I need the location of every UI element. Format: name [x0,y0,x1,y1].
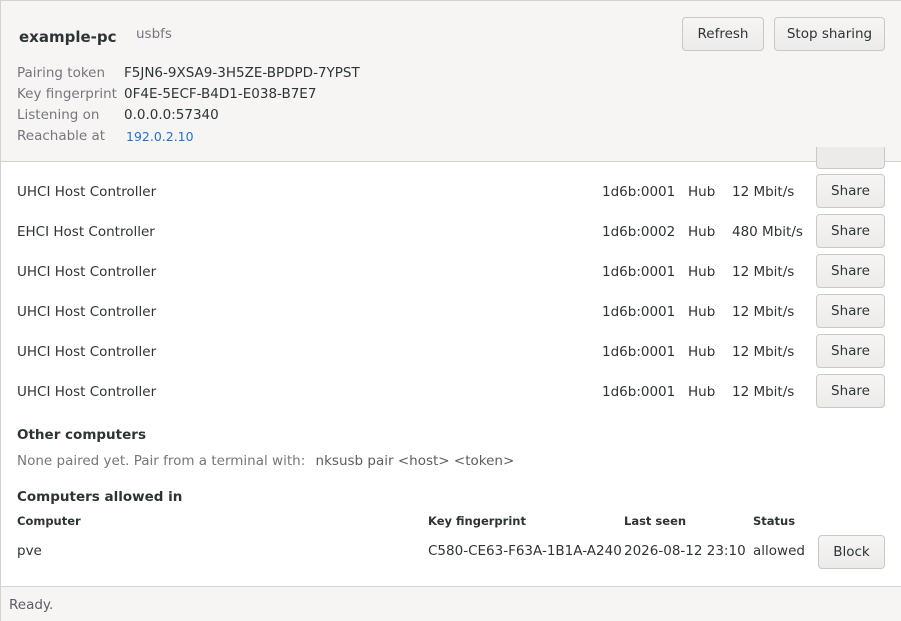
device-row: EHCI Host Controller 1d6b:0002 Hub 480 M… [1,214,901,254]
device-type: Hub [688,384,716,400]
device-id: 1d6b:0001 [602,304,676,320]
share-button[interactable]: Share [816,174,885,208]
pairing-hint: None paired yet. Pair from a terminal wi… [17,453,306,469]
listening-on-value: 0.0.0.0:57340 [124,107,219,123]
device-id: 1d6b:0002 [602,224,676,240]
stop-sharing-button[interactable]: Stop sharing [774,17,885,51]
other-computers-message: None paired yet. Pair from a terminal wi… [17,453,514,469]
column-header-last-seen: Last seen [624,514,687,528]
share-button[interactable]: Share [816,294,885,328]
pairing-command: nksusb pair <host> <token> [315,453,515,469]
filesystem-tag: usbfs [136,26,172,42]
status-bar: Ready. [1,586,901,621]
device-name: UHCI Host Controller [17,264,157,280]
main-window: example-pc usbfs Refresh Stop sharing Pa… [0,0,901,621]
key-fingerprint-row: Key fingerprint 0F4E-5ECF-B4D1-E038-B7E7 [17,84,316,104]
device-row: UHCI Host Controller 1d6b:0001 Hub 12 Mb… [1,254,901,294]
device-name: UHCI Host Controller [17,304,157,320]
reachable-at-link[interactable]: 192.0.2.10 [124,129,194,144]
computer-name: pve [17,543,42,559]
device-type: Hub [688,344,716,360]
device-row: UHCI Host Controller 1d6b:0001 Hub 12 Mb… [1,374,901,414]
share-button[interactable]: Share [816,334,885,368]
device-row: UHCI Host Controller 1d6b:0001 Hub 12 Mb… [1,174,901,214]
device-name: UHCI Host Controller [17,184,157,200]
other-computers-title: Other computers [17,427,146,443]
block-button[interactable]: Block [818,535,885,569]
reachable-at-row: Reachable at 192.0.2.10 [17,126,194,146]
listening-on-label: Listening on [17,107,100,123]
device-speed: 12 Mbit/s [732,264,795,280]
device-name: UHCI Host Controller [17,384,157,400]
share-button-partial[interactable] [816,147,885,169]
device-type: Hub [688,304,716,320]
device-id: 1d6b:0001 [602,184,676,200]
device-type: Hub [688,264,716,280]
allowed-computers-title: Computers allowed in [17,489,183,505]
device-name: UHCI Host Controller [17,344,157,360]
device-speed: 12 Mbit/s [732,344,795,360]
refresh-button[interactable]: Refresh [682,17,764,51]
device-row: UHCI Host Controller 1d6b:0001 Hub 12 Mb… [1,334,901,374]
pairing-token-row: Pairing token F5JN6-9XSA9-3H5ZE-BPDPD-7Y… [17,63,360,83]
computer-last-seen: 2026-08-12 23:10 [624,543,746,559]
key-fingerprint-value: 0F4E-5ECF-B4D1-E038-B7E7 [124,86,317,102]
computer-fingerprint: C580-CE63-F63A-1B1A-A240 [428,543,622,559]
device-id: 1d6b:0001 [602,384,676,400]
pairing-token-label: Pairing token [17,65,106,81]
device-speed: 12 Mbit/s [732,184,795,200]
column-header-computer: Computer [17,514,81,528]
device-type: Hub [688,224,716,240]
device-id: 1d6b:0001 [602,344,676,360]
column-header-fingerprint: Key fingerprint [428,514,526,528]
computer-status: allowed [753,543,805,559]
listening-on-row: Listening on 0.0.0.0:57340 [17,105,219,125]
device-speed: 12 Mbit/s [732,384,795,400]
device-id: 1d6b:0001 [602,264,676,280]
key-fingerprint-label: Key fingerprint [17,86,117,102]
column-header-status: Status [753,514,796,528]
status-text: Ready. [9,597,54,613]
device-name: EHCI Host Controller [17,224,155,240]
host-name: example-pc [19,28,117,46]
device-row: UHCI Host Controller 1d6b:0001 Hub 12 Mb… [1,294,901,334]
share-button[interactable]: Share [816,254,885,288]
reachable-at-label: Reachable at [17,128,106,144]
device-speed: 12 Mbit/s [732,304,795,320]
device-type: Hub [688,184,716,200]
share-button[interactable]: Share [816,374,885,408]
share-button[interactable]: Share [816,214,885,248]
device-speed: 480 Mbit/s [732,224,803,240]
pairing-token-value: F5JN6-9XSA9-3H5ZE-BPDPD-7YPST [124,65,360,81]
host-header: example-pc usbfs Refresh Stop sharing Pa… [1,1,901,162]
